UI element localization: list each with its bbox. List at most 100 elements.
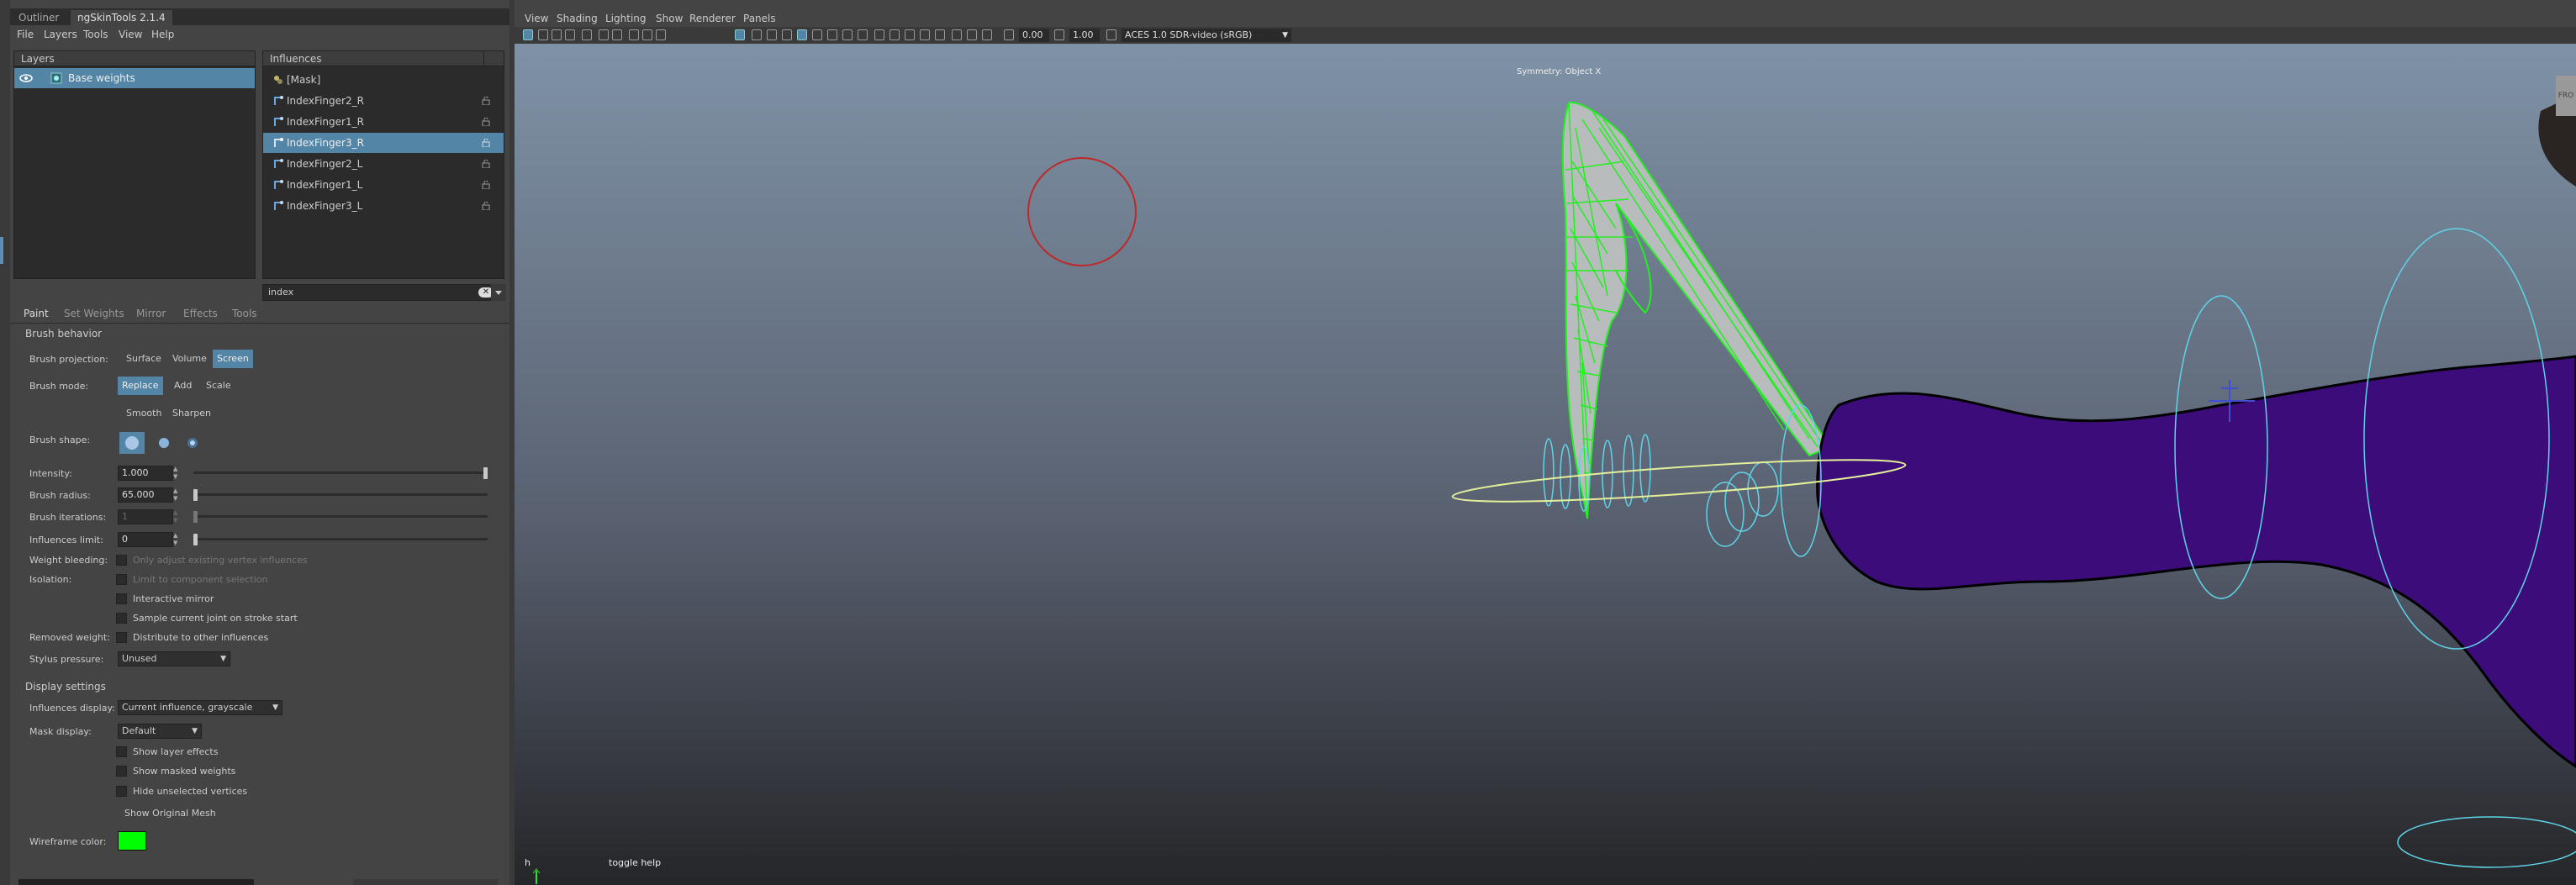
brush-radius-slider[interactable] [193, 489, 488, 501]
intensity-slider[interactable] [193, 467, 488, 479]
wireframe-shaded-icon[interactable] [735, 29, 745, 40]
intensity-field[interactable]: 1.000 [118, 466, 173, 481]
brush-iterations-field[interactable]: 1 [118, 509, 173, 524]
lock-icon[interactable] [482, 118, 490, 126]
brush-radius-field[interactable]: 65.000 [118, 487, 173, 503]
distribute-checkbox[interactable] [116, 632, 127, 643]
brush-iterations-spinner[interactable]: ▲ ▼ [173, 509, 182, 524]
tab-effects[interactable]: Effects [183, 304, 218, 323]
influences-limit-field[interactable]: 0 [118, 532, 173, 547]
bleeding-checkbox[interactable] [116, 555, 127, 566]
projection-screen-button[interactable]: Screen [213, 350, 253, 368]
depth-of-field-icon[interactable] [874, 29, 884, 40]
brush-radius-spinner[interactable]: ▲ ▼ [173, 487, 182, 503]
show-layer-effects-checkbox[interactable] [116, 746, 127, 757]
stylus-pressure-select[interactable]: Unused ▼ [118, 651, 230, 666]
hud-icon[interactable] [967, 29, 977, 40]
gate-mask-icon[interactable] [629, 29, 639, 40]
viewport-menu-lighting[interactable]: Lighting [605, 10, 647, 27]
safe-action-icon[interactable] [656, 29, 666, 40]
xray-icon[interactable] [905, 29, 915, 40]
shape-solid-button[interactable] [119, 432, 145, 454]
intensity-spinner[interactable]: ▲ ▼ [173, 466, 182, 481]
brush-iterations-slider[interactable] [193, 511, 488, 523]
brush-radius-slider-handle[interactable] [193, 489, 198, 501]
influence-row[interactable]: IndexFinger2_R [263, 91, 504, 111]
isolation-checkbox[interactable] [116, 574, 127, 585]
influence-search-input[interactable]: index ✕ [262, 284, 498, 301]
scrollbar-right[interactable] [353, 879, 498, 885]
colorspace-select[interactable]: ACES 1.0 SDR-video (sRGB) ▼ [1122, 29, 1291, 42]
menu-view[interactable]: View [119, 25, 142, 44]
viewport-menu-renderer[interactable]: Renderer [689, 10, 736, 27]
lights-icon[interactable] [797, 29, 807, 40]
influences-limit-slider-handle[interactable] [193, 534, 198, 545]
sample-joint-checkbox[interactable] [116, 613, 127, 624]
view-cube-button[interactable]: FRO [2556, 76, 2576, 116]
influences-display-select[interactable]: Current influence, grayscale ▼ [118, 700, 282, 715]
camera-attributes-icon[interactable] [538, 29, 548, 40]
tab-ngskintools[interactable]: ngSkinTools 2.1.4 [71, 10, 172, 25]
film-gate-icon[interactable] [599, 29, 609, 40]
mode-scale-button[interactable]: Scale [202, 377, 235, 395]
isolate-select-icon[interactable] [889, 29, 900, 40]
mode-smooth-button[interactable]: Smooth [122, 404, 166, 423]
projection-volume-button[interactable]: Volume [168, 350, 211, 368]
filter-dropdown-icon[interactable] [491, 284, 506, 301]
tab-outliner[interactable]: Outliner [12, 10, 66, 25]
ssao-icon[interactable] [827, 29, 837, 40]
influence-row[interactable]: IndexFinger1_R [263, 112, 504, 132]
tab-mirror[interactable]: Mirror [136, 304, 166, 323]
anti-alias-icon[interactable] [858, 29, 868, 40]
lock-icon[interactable] [482, 181, 490, 189]
menu-tools[interactable]: Tools [83, 25, 108, 44]
resolution-gate-icon[interactable] [612, 29, 622, 40]
occlusion-icon[interactable] [982, 29, 992, 40]
influence-row[interactable]: IndexFinger3_L [263, 196, 504, 216]
shape-gaussian-button[interactable] [182, 432, 203, 454]
influence-row-selected[interactable]: IndexFinger3_R [263, 133, 504, 153]
maya-viewport[interactable]: View Shading Lighting Show Renderer Pane… [515, 7, 2576, 885]
show-masked-checkbox[interactable] [116, 766, 127, 777]
wireframe-color-swatch[interactable] [118, 831, 146, 851]
xray-joints-icon[interactable] [920, 29, 930, 40]
xray-active-icon[interactable] [935, 29, 945, 40]
exposure-field[interactable]: 0.00 [1019, 29, 1049, 42]
menu-layers[interactable]: Layers [44, 25, 77, 44]
tab-paint[interactable]: Paint [24, 304, 49, 323]
tab-set-weights[interactable]: Set Weights [64, 304, 124, 323]
menu-file[interactable]: File [17, 25, 34, 44]
image-plane-icon[interactable] [565, 29, 575, 40]
select-camera-icon[interactable] [523, 29, 533, 40]
grid-icon[interactable] [582, 29, 592, 40]
influence-row[interactable]: IndexFinger2_L [263, 154, 504, 174]
backface-culling-icon[interactable] [952, 29, 962, 40]
influence-row-mask[interactable]: [Mask] [263, 70, 504, 90]
show-original-mesh-button[interactable]: Show Original Mesh [120, 804, 220, 823]
viewport-scene[interactable] [515, 44, 2576, 885]
tab-tools[interactable]: Tools [232, 304, 257, 323]
gamma-field[interactable]: 1.00 [1069, 29, 1100, 42]
smooth-shade-icon[interactable] [767, 29, 777, 40]
shadows-icon[interactable] [812, 29, 822, 40]
viewport-menu-view[interactable]: View [525, 10, 548, 27]
dock-strip[interactable] [0, 0, 10, 885]
lock-icon[interactable] [482, 97, 490, 105]
projection-surface-button[interactable]: Surface [122, 350, 166, 368]
intensity-slider-handle[interactable] [483, 467, 488, 479]
viewport-menu-shading[interactable]: Shading [557, 10, 598, 27]
lock-icon[interactable] [482, 160, 490, 168]
exposure-icon[interactable] [1004, 29, 1014, 40]
hide-unselected-checkbox[interactable] [116, 786, 127, 797]
gamma-icon[interactable] [1054, 29, 1064, 40]
eye-icon[interactable] [19, 73, 33, 83]
influences-limit-slider[interactable] [193, 534, 488, 545]
influence-row[interactable]: IndexFinger1_L [263, 175, 504, 195]
mode-replace-button[interactable]: Replace [118, 377, 163, 395]
brush-iterations-slider-handle[interactable] [193, 511, 198, 523]
layer-row[interactable]: Base weights [14, 68, 255, 88]
motion-blur-icon[interactable] [842, 29, 853, 40]
menu-help[interactable]: Help [151, 25, 174, 44]
interactive-mirror-checkbox[interactable] [116, 593, 127, 604]
bookmark-icon[interactable] [552, 29, 562, 40]
